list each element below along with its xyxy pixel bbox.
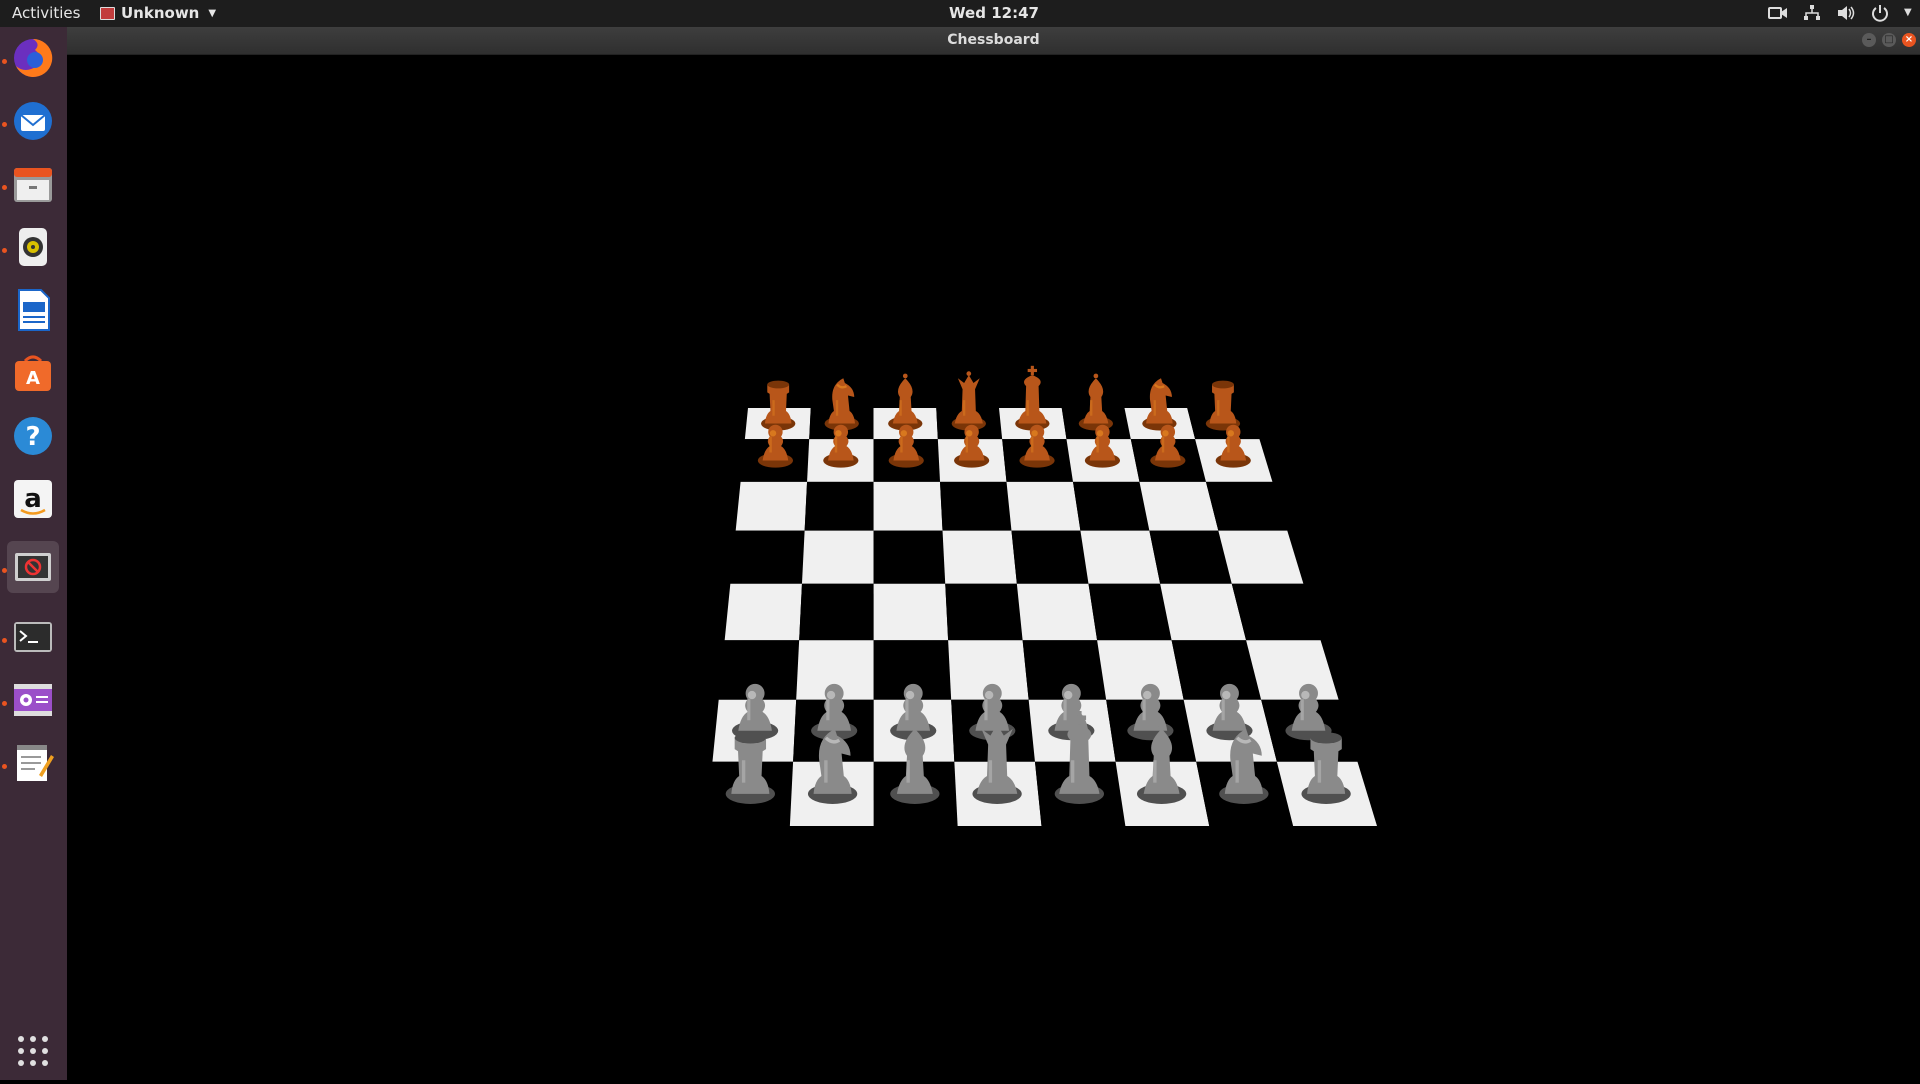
power-icon[interactable]: [1870, 3, 1890, 23]
dock-item-thunderbird[interactable]: [7, 95, 59, 147]
dock-item-terminal[interactable]: [7, 611, 59, 663]
dock-item-text-editor[interactable]: [7, 737, 59, 789]
window-title: Chessboard: [947, 32, 1040, 48]
running-indicator: [2, 568, 7, 573]
dock-item-files[interactable]: [7, 158, 59, 210]
camera-icon[interactable]: [1768, 3, 1788, 23]
system-tray[interactable]: ▼: [1768, 3, 1914, 23]
board-square[interactable]: [873, 530, 946, 584]
window-titlebar[interactable]: Chessboard – □ ×: [67, 27, 1920, 55]
running-indicator: [2, 122, 7, 127]
firefox-icon: [11, 36, 55, 80]
chevron-down-icon[interactable]: ▼: [1904, 3, 1914, 23]
board-square[interactable]: [735, 481, 808, 531]
dock-item-video[interactable]: [7, 674, 59, 726]
rhythmbox-icon: [11, 225, 55, 269]
top-bar: Activities Unknown ▼ Wed 12:47 ▼: [0, 0, 1920, 27]
board-square[interactable]: [1160, 583, 1247, 641]
black-rook-piece[interactable]: [761, 380, 796, 431]
terminal-icon: [11, 615, 55, 659]
board-square[interactable]: [1011, 530, 1089, 584]
black-bishop-piece[interactable]: [888, 373, 923, 431]
board-square[interactable]: [1149, 530, 1232, 584]
running-indicator: [2, 248, 7, 253]
running-indicator: [2, 185, 7, 190]
dock-item-libreoffice-writer[interactable]: [7, 284, 59, 336]
chessboard[interactable]: [67, 55, 1920, 1080]
board-square[interactable]: [1171, 640, 1262, 700]
board-square[interactable]: [942, 530, 1017, 584]
board-square[interactable]: [873, 481, 943, 531]
black-bishop-piece[interactable]: [1078, 373, 1114, 431]
dock: A ? a: [0, 27, 67, 1080]
dock-item-chessboard[interactable]: [7, 541, 59, 593]
clock[interactable]: Wed 12:47: [0, 4, 1920, 22]
running-indicator: [2, 701, 7, 706]
network-icon[interactable]: [1802, 3, 1822, 23]
dock-item-help[interactable]: ?: [7, 410, 59, 462]
board-square[interactable]: [1072, 481, 1150, 531]
dock-item-rhythmbox[interactable]: [7, 221, 59, 273]
close-button[interactable]: ×: [1902, 33, 1916, 47]
board-square[interactable]: [873, 583, 949, 641]
volume-icon[interactable]: [1836, 3, 1856, 23]
board-square[interactable]: [804, 481, 874, 531]
libreoffice-writer-icon: [11, 288, 55, 332]
black-knight-piece[interactable]: [824, 378, 859, 431]
board-square[interactable]: [1246, 640, 1339, 700]
black-rook-piece[interactable]: [1205, 380, 1241, 431]
black-queen-piece[interactable]: [951, 371, 986, 431]
svg-text:?: ?: [25, 422, 40, 452]
board-square[interactable]: [1097, 640, 1184, 700]
dock-item-firefox[interactable]: [7, 32, 59, 84]
board-square[interactable]: [1080, 530, 1161, 584]
svg-text:a: a: [24, 484, 42, 514]
dock-item-amazon[interactable]: a: [7, 473, 59, 525]
black-king-piece[interactable]: [1015, 365, 1050, 431]
svg-text:A: A: [26, 368, 40, 389]
video-icon: [11, 678, 55, 722]
chessboard-app-icon: [11, 545, 55, 589]
software-center-icon: A: [11, 351, 55, 395]
window-controls: – □ ×: [1862, 33, 1916, 47]
black-knight-piece[interactable]: [1142, 378, 1177, 431]
files-icon: [11, 162, 55, 206]
board-square[interactable]: [1205, 481, 1288, 531]
running-indicator: [2, 764, 7, 769]
minimize-button[interactable]: –: [1862, 33, 1876, 47]
board-square[interactable]: [1218, 530, 1304, 584]
text-editor-icon: [11, 741, 55, 785]
board-square[interactable]: [730, 530, 805, 584]
amazon-icon: a: [11, 477, 55, 521]
board-square[interactable]: [801, 530, 874, 584]
board-square[interactable]: [1088, 583, 1172, 641]
board-square[interactable]: [1231, 583, 1321, 641]
board-square[interactable]: [940, 481, 1012, 531]
board-square[interactable]: [1139, 481, 1219, 531]
dock-item-software-center[interactable]: A: [7, 347, 59, 399]
board-square[interactable]: [1006, 481, 1081, 531]
maximize-button[interactable]: □: [1882, 33, 1896, 47]
running-indicator: [2, 59, 7, 64]
board-square[interactable]: [1016, 583, 1098, 641]
board-square[interactable]: [799, 583, 874, 641]
board-square[interactable]: [724, 583, 802, 641]
board-square[interactable]: [945, 583, 1023, 641]
show-applications-button[interactable]: [7, 1025, 59, 1077]
help-icon: ?: [11, 414, 55, 458]
thunderbird-icon: [11, 99, 55, 143]
chessboard-viewport[interactable]: [67, 55, 1920, 1080]
running-indicator: [2, 638, 7, 643]
grid-icon: [11, 1029, 55, 1073]
